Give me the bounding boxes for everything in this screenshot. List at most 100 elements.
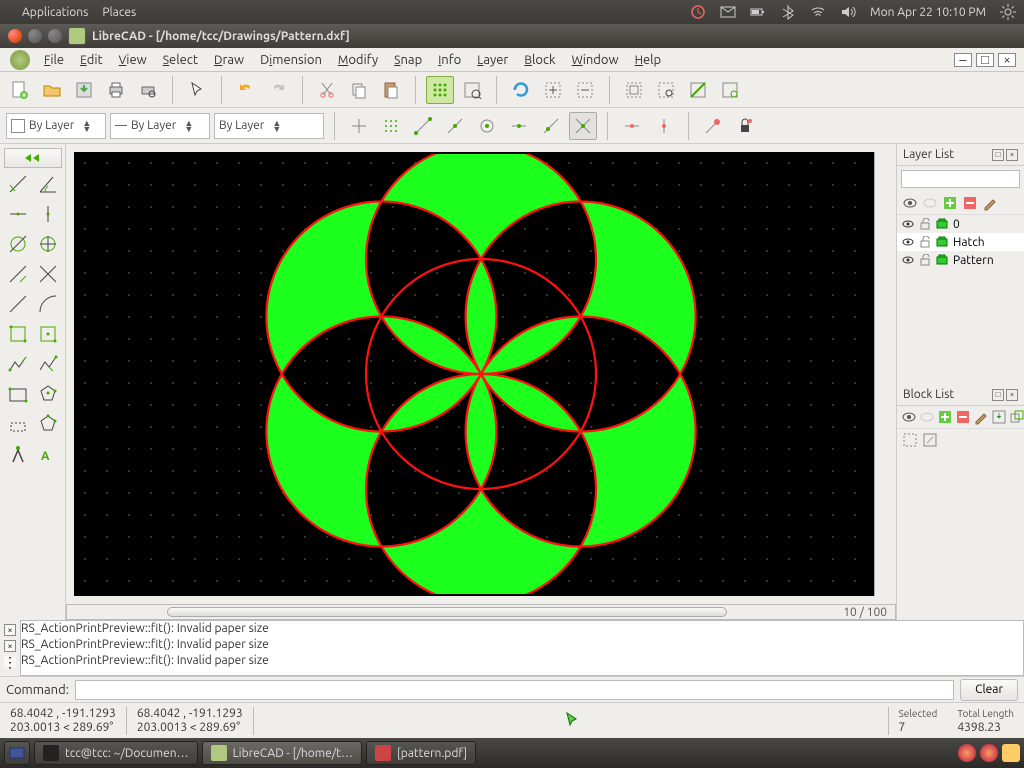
mdi-close-icon[interactable]: ×: [998, 53, 1016, 67]
tray-app-icon[interactable]: [1002, 744, 1020, 762]
print-preview-icon[interactable]: [134, 76, 162, 104]
undo-icon[interactable]: [232, 76, 260, 104]
tool-text-icon[interactable]: A: [34, 440, 62, 468]
draft-mode-icon[interactable]: [458, 76, 486, 104]
zoom-pan-icon[interactable]: [716, 76, 744, 104]
menu-edit[interactable]: Edit: [72, 49, 111, 71]
tool-polygon-cen-icon[interactable]: [34, 380, 62, 408]
restrict-h-icon[interactable]: [618, 112, 646, 140]
redraw-icon[interactable]: [507, 76, 535, 104]
menu-file[interactable]: File: [36, 49, 72, 71]
layer-show-all-icon[interactable]: [901, 194, 919, 212]
zoom-in-icon[interactable]: [539, 76, 567, 104]
pointer-icon[interactable]: [183, 76, 211, 104]
command-input[interactable]: [75, 680, 954, 700]
msg-close-icon[interactable]: ×: [4, 624, 16, 636]
scrollbar-v[interactable]: [874, 152, 888, 596]
menu-snap[interactable]: Snap: [386, 49, 430, 71]
firefox-icon[interactable]: [958, 744, 976, 762]
tool-rectangle-icon[interactable]: [4, 230, 32, 258]
zoom-auto-icon[interactable]: [620, 76, 648, 104]
firefox-icon[interactable]: [980, 744, 998, 762]
mail-icon[interactable]: [720, 4, 736, 20]
snap-distance-icon[interactable]: [537, 112, 565, 140]
layer-row[interactable]: Pattern: [897, 251, 1024, 269]
show-desktop-icon[interactable]: [4, 741, 30, 765]
block-add-icon[interactable]: [937, 408, 953, 426]
tool-perp-icon[interactable]: [34, 260, 62, 288]
menu-layer[interactable]: Layer: [469, 49, 516, 71]
tool-hline-icon[interactable]: [4, 200, 32, 228]
clear-button[interactable]: Clear: [960, 679, 1018, 701]
block-create-icon[interactable]: [901, 431, 919, 449]
menu-window[interactable]: Window: [564, 49, 627, 71]
applications-menu[interactable]: Applications: [22, 6, 88, 19]
menu-select[interactable]: Select: [155, 49, 206, 71]
menu-help[interactable]: Help: [627, 49, 670, 71]
restrict-v-icon[interactable]: [650, 112, 678, 140]
librecad-logo-icon[interactable]: [10, 50, 30, 70]
sound-icon[interactable]: [840, 4, 856, 20]
block-remove-icon[interactable]: [955, 408, 971, 426]
menu-modify[interactable]: Modify: [330, 49, 386, 71]
menu-dimension[interactable]: Dimension: [252, 49, 330, 71]
cut-icon[interactable]: [313, 76, 341, 104]
snap-middle-icon[interactable]: [505, 112, 533, 140]
layer-add-icon[interactable]: [941, 194, 959, 212]
mdi-restore-icon[interactable]: □: [976, 53, 994, 67]
layer-row[interactable]: Hatch: [897, 233, 1024, 251]
block-insert-icon[interactable]: [1009, 408, 1024, 426]
layer-row[interactable]: 0: [897, 215, 1024, 233]
mdi-minimize-icon[interactable]: ‒: [954, 53, 972, 67]
battery-icon[interactable]: [750, 4, 766, 20]
block-save-icon[interactable]: [991, 408, 1007, 426]
task-pdf[interactable]: [pattern.pdf]: [366, 741, 476, 765]
tool-arc-icon[interactable]: [34, 290, 62, 318]
tool-polygon2-icon[interactable]: [34, 320, 62, 348]
layer-remove-icon[interactable]: [961, 194, 979, 212]
tool-polyline-icon[interactable]: [4, 350, 32, 378]
snap-free-icon[interactable]: [345, 112, 373, 140]
tool-polygon-icon[interactable]: [4, 320, 32, 348]
dock-close-icon[interactable]: ×: [1006, 149, 1018, 161]
copy-icon[interactable]: [345, 76, 373, 104]
zoom-out-icon[interactable]: [571, 76, 599, 104]
save-icon[interactable]: [70, 76, 98, 104]
maximize-icon[interactable]: [48, 29, 62, 43]
layer-edit-icon[interactable]: [981, 194, 999, 212]
new-file-icon[interactable]: [6, 76, 34, 104]
dock-undock-icon[interactable]: □: [992, 149, 1004, 161]
tool-compass-icon[interactable]: [4, 440, 32, 468]
open-file-icon[interactable]: [38, 76, 66, 104]
menu-info[interactable]: Info: [430, 49, 469, 71]
relative-zero-icon[interactable]: [699, 112, 727, 140]
snap-on-entity-icon[interactable]: [441, 112, 469, 140]
linetype-combo[interactable]: By Layer▲▼: [214, 113, 324, 139]
zoom-window-icon[interactable]: [684, 76, 712, 104]
dock-undock-icon[interactable]: □: [992, 389, 1004, 401]
tool-polygon-cor-icon[interactable]: [34, 410, 62, 438]
wifi-icon[interactable]: [810, 4, 826, 20]
tool-tangent-icon[interactable]: [4, 290, 32, 318]
toolbox-back-icon[interactable]: [4, 148, 62, 168]
settings-gear-icon[interactable]: [1000, 4, 1016, 20]
block-hide-all-icon[interactable]: [919, 408, 935, 426]
tool-line-icon[interactable]: [4, 170, 32, 198]
block-edit-icon[interactable]: [921, 431, 939, 449]
color-combo[interactable]: By Layer▲▼: [6, 113, 106, 139]
message-log[interactable]: RS_ActionPrintPreview::fit(): Invalid pa…: [20, 620, 1024, 676]
window-titlebar[interactable]: LibreCAD - [/home/tcc/Drawings/Pattern.d…: [0, 24, 1024, 48]
snap-endpoint-icon[interactable]: [409, 112, 437, 140]
msg-dots-icon[interactable]: ⋮: [4, 656, 16, 668]
layer-filter-input[interactable]: [901, 170, 1020, 188]
zoom-prev-icon[interactable]: [652, 76, 680, 104]
layer-hide-all-icon[interactable]: [921, 194, 939, 212]
print-icon[interactable]: [102, 76, 130, 104]
lock-relative-zero-icon[interactable]: [731, 112, 759, 140]
task-librecad[interactable]: LibreCAD - [/home/t…: [202, 741, 362, 765]
menu-block[interactable]: Block: [516, 49, 563, 71]
dock-close-icon[interactable]: ×: [1006, 389, 1018, 401]
scrollbar-h[interactable]: 10 / 100: [66, 604, 896, 620]
bluetooth-icon[interactable]: [780, 4, 796, 20]
tool-freehand-icon[interactable]: [34, 350, 62, 378]
